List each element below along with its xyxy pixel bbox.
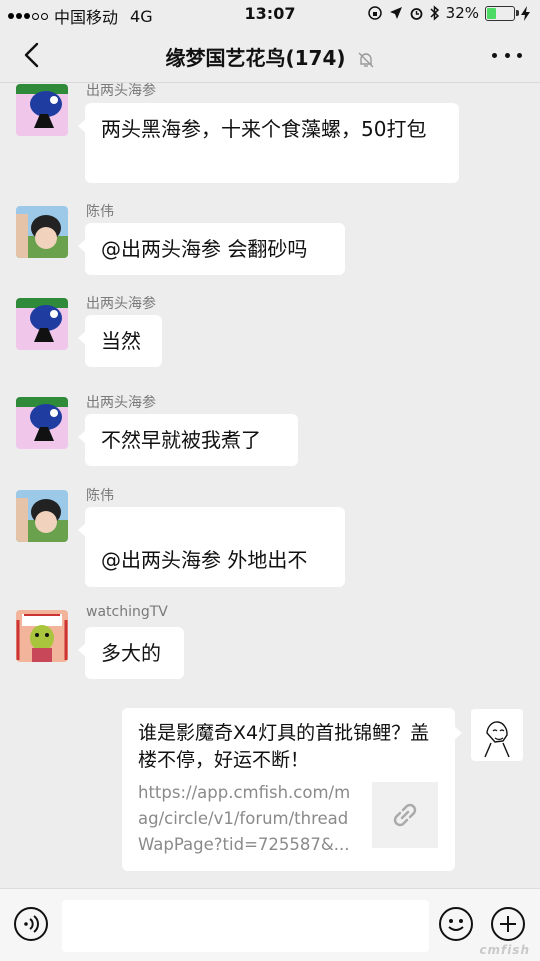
- link-card-url: https://app.cmfish.com/mag/circle/v1/for…: [138, 783, 351, 854]
- input-bar: cmfish: [0, 888, 540, 961]
- avatar-image: [16, 490, 68, 542]
- more-dots-icon: [492, 52, 497, 58]
- more-button[interactable]: [492, 42, 522, 68]
- avatar[interactable]: [16, 206, 68, 258]
- sender-name: watchingTV: [86, 604, 168, 620]
- sender-name: 陈伟: [86, 488, 114, 504]
- sender-name: 出两头海参: [86, 296, 156, 312]
- watermark: cmfish: [479, 943, 530, 957]
- message-bubble[interactable]: 当然: [78, 315, 162, 367]
- sender-name: 陈伟: [86, 204, 114, 220]
- voice-button[interactable]: [13, 906, 49, 942]
- message-bubble[interactable]: 不然早就被我煮了: [78, 414, 298, 466]
- avatar[interactable]: [16, 610, 68, 662]
- bluetooth-icon: [430, 5, 439, 21]
- message-bubble[interactable]: @出两头海参 会翻砂吗: [78, 223, 345, 275]
- nav-bar: 缘梦国艺花鸟(174): [0, 28, 540, 83]
- rotation-lock-icon: [367, 6, 382, 20]
- avatar[interactable]: [16, 397, 68, 449]
- link-card-message[interactable]: 谁是影魔奇X4灯具的首批锦鲤？盖楼不停，好运不断！ https://app.cm…: [122, 708, 462, 871]
- avatar-image: [471, 709, 523, 761]
- sender-name: 出两头海参: [86, 83, 156, 99]
- link-icon: [393, 803, 417, 827]
- location-icon: [389, 7, 402, 19]
- message-bubble[interactable]: 多大的: [78, 627, 184, 679]
- battery-percent: 32%: [445, 4, 479, 22]
- more-actions-button[interactable]: [490, 906, 526, 942]
- avatar-image: [16, 610, 68, 662]
- battery-icon: [485, 5, 519, 21]
- avatar-image: [16, 84, 68, 136]
- avatar-image: [16, 397, 68, 449]
- link-card-thumbnail: [372, 782, 438, 848]
- charging-icon: [521, 5, 530, 21]
- link-card-title: 谁是影魔奇X4灯具的首批锦鲤？盖楼不停，好运不断！: [138, 722, 430, 771]
- avatar[interactable]: [16, 84, 68, 136]
- avatar-image: [16, 298, 68, 350]
- message-bubble[interactable]: @出两头海参 外地出不: [78, 507, 345, 587]
- voice-icon: [14, 907, 48, 941]
- avatar[interactable]: [16, 298, 68, 350]
- message-input[interactable]: [62, 900, 429, 952]
- self-avatar[interactable]: [471, 709, 523, 761]
- avatar[interactable]: [16, 490, 68, 542]
- status-bar-right: 32%: [367, 4, 530, 22]
- sender-name: 出两头海参: [86, 395, 156, 411]
- emoji-icon: [439, 907, 473, 941]
- status-bar: 中国移动 4G 13:07 32%: [0, 0, 540, 28]
- bell-off-icon: [358, 52, 373, 67]
- chat-title-wrap: 缘梦国艺花鸟(174): [0, 42, 540, 71]
- message-bubble[interactable]: 两头黑海参，十来个食藻螺，50打包: [78, 103, 459, 183]
- alarm-icon: [410, 7, 423, 20]
- avatar-image: [16, 206, 68, 258]
- emoji-button[interactable]: [438, 906, 474, 942]
- chat-title: 缘梦国艺花鸟(174): [165, 46, 346, 70]
- plus-circle-icon: [491, 907, 525, 941]
